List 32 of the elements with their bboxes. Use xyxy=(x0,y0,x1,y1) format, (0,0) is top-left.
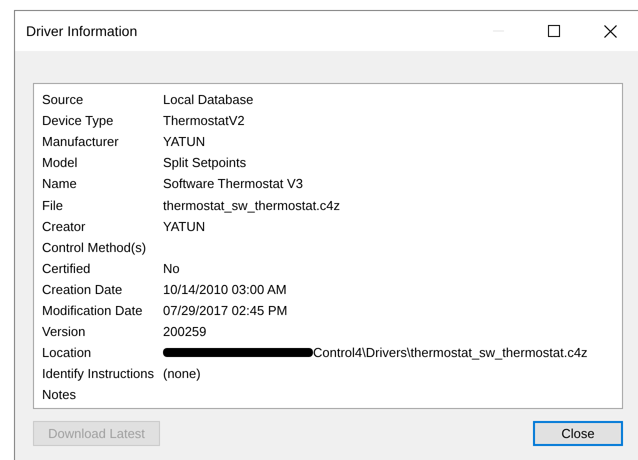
field-value: YATUN xyxy=(163,134,206,150)
field-label: Name xyxy=(42,176,78,192)
field-value: Split Setpoints xyxy=(163,155,246,170)
field-value: No xyxy=(163,260,180,276)
field-label: Control Method(s) xyxy=(42,240,148,255)
field-value: thermostat_sw_thermostat.c4z xyxy=(163,198,340,213)
field-value: 200259 xyxy=(163,324,206,340)
field-label: File xyxy=(42,198,64,213)
maximize-icon xyxy=(548,25,560,37)
field-label: Model xyxy=(42,155,78,170)
field-label: Location xyxy=(42,345,92,360)
window-title: Driver Information xyxy=(26,23,138,39)
field-value: (none) xyxy=(163,366,201,382)
field-value: Local Database xyxy=(163,92,254,108)
field-label: Device Type xyxy=(42,113,114,128)
field-value: Control4\Drivers\thermostat_sw_thermostat.c4z xyxy=(163,345,588,360)
field-value: Software Thermostat V3 xyxy=(163,176,303,192)
field-label: Manufacturer xyxy=(42,134,120,150)
field-value: 07/29/2017 02:45 PM xyxy=(163,302,288,318)
field-label: Source xyxy=(42,92,84,108)
field-value: YATUN xyxy=(163,218,206,234)
field-label: Notes xyxy=(42,387,77,402)
field-label: Certified xyxy=(42,260,92,276)
close-dialog-button[interactable]: Close xyxy=(533,421,623,446)
field-label: Identify Instructions xyxy=(42,366,155,382)
field-value: ThermostatV2 xyxy=(163,113,245,128)
field-value: 10/14/2010 03:00 AM xyxy=(163,282,287,297)
field-label: Modification Date xyxy=(42,302,144,318)
field-label: Creator xyxy=(42,218,86,234)
field-label: Creation Date xyxy=(42,282,124,297)
close-icon xyxy=(604,24,616,38)
field-label: Version xyxy=(42,324,86,340)
